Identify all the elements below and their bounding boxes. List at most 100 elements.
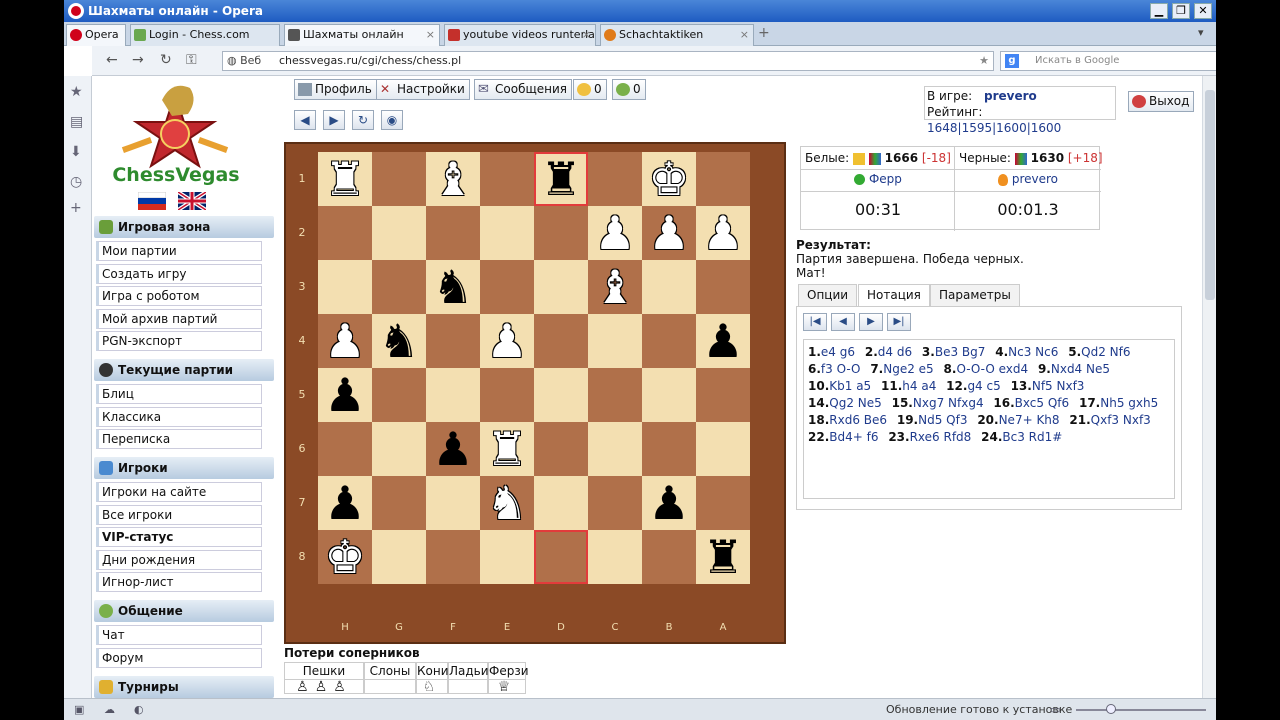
square-e4[interactable]: ♟ [480, 314, 534, 368]
square-c5[interactable] [588, 368, 642, 422]
uk-flag-icon[interactable] [178, 192, 206, 210]
square-a5[interactable] [696, 368, 750, 422]
move-entry[interactable]: 22.Bd4+ f6 [808, 430, 878, 444]
scrollbar-thumb[interactable] [1205, 90, 1215, 300]
square-d3[interactable] [534, 260, 588, 314]
square-f7[interactable] [426, 476, 480, 530]
black-rook-icon[interactable]: ♜ [696, 530, 750, 584]
square-d8[interactable] [534, 530, 588, 584]
black-knight-icon[interactable]: ♞ [426, 260, 480, 314]
move-entry[interactable]: 19.Nd5 Qf3 [897, 413, 968, 427]
square-f3[interactable]: ♞ [426, 260, 480, 314]
square-b4[interactable] [642, 314, 696, 368]
restore-icon[interactable]: ❐ [1172, 3, 1190, 19]
black-rook-icon[interactable]: ♜ [534, 152, 588, 206]
reload-icon[interactable]: ↻ [160, 52, 172, 68]
close-tab-icon[interactable]: × [426, 25, 435, 45]
square-d7[interactable] [534, 476, 588, 530]
white-king-icon[interactable]: ♚ [318, 530, 372, 584]
white-pawn-icon[interactable]: ♟ [642, 206, 696, 260]
tab-chesscom[interactable]: Login - Chess.com [130, 24, 280, 46]
downloads-icon[interactable]: ⬇ [70, 144, 82, 160]
move-entry[interactable]: 13.Nf5 Nxf3 [1011, 379, 1085, 393]
prev-move-button[interactable]: ◀ [831, 313, 855, 331]
square-f5[interactable] [426, 368, 480, 422]
square-f6[interactable]: ♟ [426, 422, 480, 476]
square-b6[interactable] [642, 422, 696, 476]
move-entry[interactable]: 20.Ne7+ Kh8 [977, 413, 1059, 427]
square-e7[interactable]: ♞ [480, 476, 534, 530]
tab-chessvegas[interactable]: Шахматы онлайн × [284, 24, 440, 46]
tab-options[interactable]: Опции [798, 284, 858, 306]
white-pawn-icon[interactable]: ♟ [696, 206, 750, 260]
square-b7[interactable]: ♟ [642, 476, 696, 530]
russian-flag-icon[interactable] [138, 192, 166, 210]
menu-item-play-robot[interactable]: Игра с роботом [96, 286, 262, 306]
ingame-user[interactable]: prevero [984, 89, 1037, 103]
chessvegas-logo[interactable]: ChessVegas [102, 80, 248, 214]
black-knight-icon[interactable]: ♞ [372, 314, 426, 368]
square-f1[interactable]: ♝ [426, 152, 480, 206]
square-f8[interactable] [426, 530, 480, 584]
menu-item-all-players[interactable]: Все игроки [96, 505, 262, 525]
panel-toggle-icon[interactable]: ▣ [74, 699, 84, 720]
move-entry[interactable]: 16.Bxc5 Qf6 [993, 396, 1069, 410]
white-rook-icon[interactable]: ♜ [480, 422, 534, 476]
key-icon[interactable]: ⚿ [186, 52, 197, 68]
move-entry[interactable]: 23.Rxe6 Rfd8 [888, 430, 971, 444]
square-d6[interactable] [534, 422, 588, 476]
white-knight-icon[interactable]: ♞ [480, 476, 534, 530]
square-b8[interactable] [642, 530, 696, 584]
move-entry[interactable]: 7.Nge2 e5 [870, 362, 933, 376]
move-entry[interactable]: 5.Qd2 Nf6 [1068, 345, 1130, 359]
black-pawn-icon[interactable]: ♟ [318, 476, 372, 530]
square-h7[interactable]: ♟ [318, 476, 372, 530]
white-pawn-icon[interactable]: ♟ [480, 314, 534, 368]
white-bishop-icon[interactable]: ♝ [426, 152, 480, 206]
cloud-icon[interactable]: ☁ [104, 699, 115, 720]
menu-item-my-games[interactable]: Мои партии [96, 241, 262, 261]
square-c8[interactable] [588, 530, 642, 584]
square-e8[interactable] [480, 530, 534, 584]
square-g3[interactable] [372, 260, 426, 314]
move-entry[interactable]: 8.O-O-O exd4 [944, 362, 1029, 376]
bookmark-star-icon[interactable]: ★ [979, 52, 989, 70]
square-d2[interactable] [534, 206, 588, 260]
square-g8[interactable] [372, 530, 426, 584]
square-b2[interactable]: ♟ [642, 206, 696, 260]
back-icon[interactable]: ← [106, 52, 118, 68]
bookmarks-icon[interactable]: ★ [70, 84, 83, 100]
square-e2[interactable] [480, 206, 534, 260]
tab-notation[interactable]: Нотация [858, 284, 930, 306]
move-entry[interactable]: 1.e4 g6 [808, 345, 855, 359]
menu-item-birthdays[interactable]: Дни рождения [96, 550, 262, 570]
square-g5[interactable] [372, 368, 426, 422]
close-tab-icon[interactable]: × [740, 25, 749, 45]
close-tab-icon[interactable]: × [582, 25, 591, 45]
tab-menu-icon[interactable]: ▾ [1198, 26, 1204, 39]
move-entry[interactable]: 24.Bc3 Rd1# [981, 430, 1062, 444]
url-field[interactable]: ◍ Веб chessvegas.ru/cgi/chess/chess.pl ★ [222, 51, 994, 71]
tab-schachtaktiken[interactable]: Schachtaktiken × [600, 24, 754, 46]
menu-item-chat[interactable]: Чат [96, 625, 262, 645]
white-rook-icon[interactable]: ♜ [318, 152, 372, 206]
square-e6[interactable]: ♜ [480, 422, 534, 476]
zoom-slider-handle[interactable] [1106, 704, 1116, 714]
move-entry[interactable]: 21.Qxf3 Nxf3 [1069, 413, 1150, 427]
first-move-button[interactable]: |◀ [803, 313, 827, 331]
chess-board[interactable]: 1 ♜ ♝ ♜ ♚ 2 ♟ ♟ ♟ 3 ♞ ♝ 4 ♟ ♞ ♟ ♟ 5 ♟ 6 ♟ ♜ 7 ♟ ♞ ♟ 8 ♚ ♜ H G F E D C B A [284, 142, 786, 644]
square-c3[interactable]: ♝ [588, 260, 642, 314]
black-pawn-icon[interactable]: ♟ [426, 422, 480, 476]
black-pawn-icon[interactable]: ♟ [696, 314, 750, 368]
square-h6[interactable] [318, 422, 372, 476]
google-icon[interactable]: g [1005, 54, 1019, 68]
move-entry[interactable]: 4.Nc3 Nc6 [995, 345, 1058, 359]
black-pawn-icon[interactable]: ♟ [318, 368, 372, 422]
square-a3[interactable] [696, 260, 750, 314]
square-h8[interactable]: ♚ [318, 530, 372, 584]
menu-item-ignore-list[interactable]: Игнор-лист [96, 572, 262, 592]
square-c1[interactable] [588, 152, 642, 206]
new-tab-icon[interactable]: + [758, 25, 770, 41]
square-h5[interactable]: ♟ [318, 368, 372, 422]
square-d5[interactable] [534, 368, 588, 422]
